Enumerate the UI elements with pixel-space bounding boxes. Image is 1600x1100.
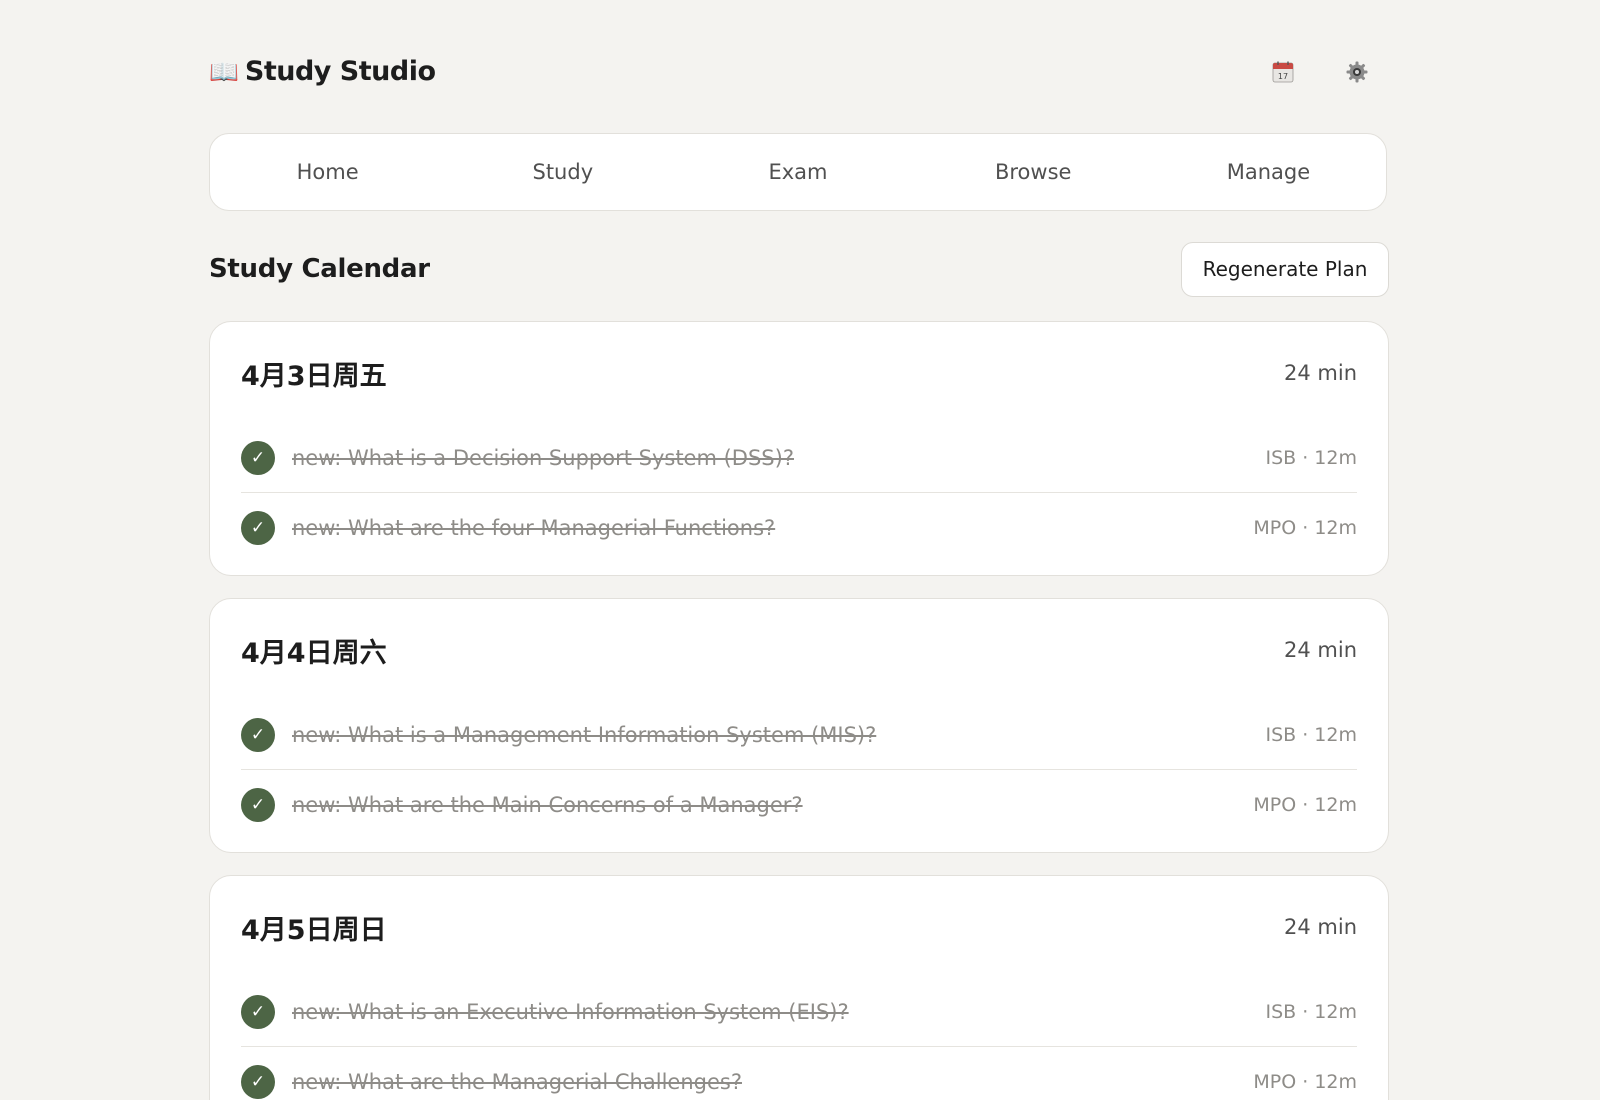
page-title: Study Calendar xyxy=(209,254,430,284)
calendar-icon[interactable]: 17 xyxy=(1269,58,1297,86)
nav-study[interactable]: Study xyxy=(445,134,680,210)
regenerate-plan-button[interactable]: Regenerate Plan xyxy=(1181,241,1389,297)
task-title: new: What are the four Managerial Functi… xyxy=(292,515,776,540)
nav-browse[interactable]: Browse xyxy=(916,134,1151,210)
nav-manage[interactable]: Manage xyxy=(1151,134,1386,210)
check-icon[interactable]: ✓ xyxy=(241,441,275,475)
main-nav: Home Study Exam Browse Manage xyxy=(209,133,1387,211)
day-date: 4月3日周五 xyxy=(241,360,387,392)
task-meta: MPO · 12m xyxy=(1253,516,1357,539)
check-icon[interactable]: ✓ xyxy=(241,1064,275,1099)
day-header: 4月5日周日 24 min xyxy=(241,876,1357,978)
task-row[interactable]: ✓ new: What is a Management Information … xyxy=(241,701,1357,770)
check-icon[interactable]: ✓ xyxy=(241,995,275,1029)
task-main: ✓ new: What is a Management Information … xyxy=(241,718,876,752)
day-card: 4月4日周六 24 min ✓ new: What is a Managemen… xyxy=(209,598,1389,853)
brand[interactable]: 📖 Study Studio xyxy=(209,56,436,87)
day-header: 4月3日周五 24 min xyxy=(241,322,1357,424)
nav-exam[interactable]: Exam xyxy=(680,134,915,210)
task-meta: ISB · 12m xyxy=(1265,724,1357,746)
task-meta: ISB · 12m xyxy=(1265,447,1357,469)
task-row[interactable]: ✓ new: What is an Executive Information … xyxy=(241,978,1357,1047)
day-card: 4月5日周日 24 min ✓ new: What is an Executiv… xyxy=(209,875,1389,1100)
nav-home[interactable]: Home xyxy=(210,134,445,210)
task-row[interactable]: ✓ new: What are the Managerial Challenge… xyxy=(241,1047,1357,1100)
task-meta: ISB · 12m xyxy=(1265,1001,1357,1023)
task-title: new: What are the Main Concerns of a Man… xyxy=(292,792,803,817)
app-title: Study Studio xyxy=(244,56,436,87)
check-icon[interactable]: ✓ xyxy=(241,510,275,545)
task-title: new: What is a Decision Support System (… xyxy=(292,446,794,470)
day-total-time: 24 min xyxy=(1284,361,1357,385)
day-total-time: 24 min xyxy=(1284,638,1357,662)
task-meta: MPO · 12m xyxy=(1253,793,1357,816)
check-icon[interactable]: ✓ xyxy=(241,718,275,752)
task-row[interactable]: ✓ new: What are the Main Concerns of a M… xyxy=(241,770,1357,839)
task-meta: MPO · 12m xyxy=(1253,1070,1357,1093)
task-main: ✓ new: What is an Executive Information … xyxy=(241,995,849,1029)
task-title: new: What is an Executive Information Sy… xyxy=(292,1000,849,1024)
task-title: new: What are the Managerial Challenges? xyxy=(292,1069,742,1094)
day-header: 4月4日周六 24 min xyxy=(241,599,1357,701)
day-total-time: 24 min xyxy=(1284,915,1357,939)
day-card: 4月3日周五 24 min ✓ new: What is a Decision … xyxy=(209,321,1389,576)
settings-icon[interactable] xyxy=(1343,58,1371,86)
svg-text:17: 17 xyxy=(1278,72,1288,81)
task-main: ✓ new: What are the four Managerial Func… xyxy=(241,510,776,545)
day-date: 4月4日周六 xyxy=(241,637,387,669)
check-icon[interactable]: ✓ xyxy=(241,787,275,822)
day-date: 4月5日周日 xyxy=(241,914,387,946)
header-actions: 17 xyxy=(1269,58,1371,86)
book-icon: 📖 xyxy=(209,57,239,86)
task-row[interactable]: ✓ new: What is a Decision Support System… xyxy=(241,424,1357,493)
task-main: ✓ new: What are the Main Concerns of a M… xyxy=(241,787,803,822)
task-main: ✓ new: What are the Managerial Challenge… xyxy=(241,1064,742,1099)
calendar-header: Study Calendar Regenerate Plan xyxy=(209,241,1389,297)
day-list: 4月3日周五 24 min ✓ new: What is a Decision … xyxy=(209,321,1389,1100)
task-row[interactable]: ✓ new: What are the four Managerial Func… xyxy=(241,493,1357,562)
task-title: new: What is a Management Information Sy… xyxy=(292,723,877,747)
task-main: ✓ new: What is a Decision Support System… xyxy=(241,441,794,475)
